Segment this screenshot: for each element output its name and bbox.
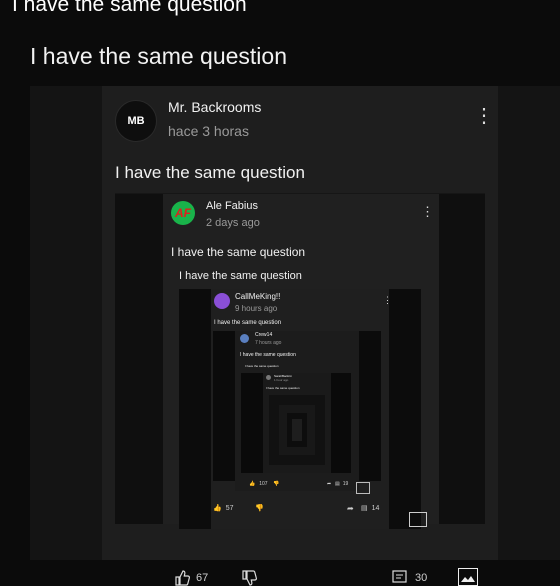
comment-text-level3: I have the same question [214, 320, 282, 326]
comment-card-level5: SarahBackrm 1 hour ago I have the same q… [263, 373, 331, 473]
recursive-tunnel [269, 395, 325, 465]
image-icon[interactable] [409, 512, 427, 527]
comment-text-level4: I have the same question [240, 352, 296, 358]
share-icon: ➦ [347, 504, 354, 513]
reply-icon: ▤ [335, 481, 340, 487]
side-band-l3-left [179, 289, 211, 529]
thumbs-up-icon [175, 570, 190, 586]
side-band-l3-right [389, 289, 421, 529]
avatar-af[interactable]: AF [171, 201, 195, 225]
meme-caption-level2: I have the same question [179, 270, 302, 282]
reply-button-level4[interactable]: ▤ 19 [335, 481, 348, 487]
side-band-l4-right [359, 331, 381, 481]
more-options-icon[interactable]: ⋮ [383, 296, 392, 305]
comment-author-level2[interactable]: Ale Fabius [206, 200, 258, 212]
like-count-level3: 57 [225, 504, 234, 512]
thumbs-up-icon: 👍 [213, 505, 222, 512]
dislike-button-level4[interactable]: 👎 [273, 481, 279, 487]
comment-time-level2: 2 days ago [206, 217, 260, 229]
more-options-icon[interactable]: ⋮ [421, 205, 434, 218]
thumbs-up-icon: 👍 [249, 481, 256, 487]
avatar-crew[interactable] [240, 334, 249, 343]
comment-time-level3: 9 hours ago [235, 304, 278, 313]
side-band-l4-left [213, 331, 235, 481]
dislike-button-level1[interactable] [241, 570, 257, 586]
like-button-level1[interactable]: 67 [174, 570, 208, 586]
image-icon[interactable] [356, 482, 370, 494]
dislike-button-level3[interactable]: 👎 [255, 504, 264, 512]
avatar-sarah[interactable] [266, 375, 271, 380]
like-button-level3[interactable]: 👍 57 [213, 504, 234, 513]
like-button-level4[interactable]: 👍 107 [249, 481, 268, 487]
comment-card-level1: MB Mr. Backrooms hace 3 horas ⋮ I have t… [102, 86, 498, 586]
like-count-level4: 107 [259, 481, 268, 487]
image-icon[interactable] [458, 568, 478, 586]
share-button-level3[interactable]: ➦ [347, 504, 354, 513]
reply-count-level4: 19 [342, 481, 349, 487]
comment-card-level4: Crew14 7 hours ago I have the same quest… [235, 331, 359, 491]
meme-caption: I have the same question [30, 43, 287, 69]
avatar-king[interactable] [214, 293, 230, 309]
reply-button-level3[interactable]: ▤ 14 [361, 504, 380, 513]
side-band-l5-left [241, 373, 263, 473]
share-button-level4[interactable]: ➦ [327, 481, 331, 487]
side-band-l2-left [115, 194, 163, 524]
comment-author-level3[interactable]: CallMeKing!! [235, 292, 280, 301]
avatar-mb-text: MB [127, 115, 145, 127]
comment-author-level4[interactable]: Crew14 [255, 332, 272, 338]
comment-card-level2: AF Ale Fabius 2 days ago ⋮ I have the sa… [163, 194, 439, 529]
thumbs-down-icon [242, 570, 257, 586]
thumbs-down-icon: 👎 [273, 481, 280, 487]
comment-text-level1: I have the same question [115, 163, 305, 182]
comment-time-level5: 1 hour ago [274, 378, 289, 382]
like-count-level1: 67 [196, 572, 209, 584]
meme-caption-level4: I have the same question [245, 364, 279, 368]
thumbs-down-icon: 👎 [255, 505, 264, 512]
side-band-l5-right [331, 373, 351, 473]
reply-button-level1[interactable]: 30 [392, 570, 427, 585]
comment-text-level2: I have the same question [171, 245, 306, 259]
side-band-right [498, 86, 560, 560]
avatar-af-text: AF [175, 206, 191, 220]
reply-count-level1: 30 [415, 571, 428, 584]
reply-icon [392, 570, 407, 583]
side-band-left [30, 86, 102, 560]
avatar-mb[interactable]: MB [115, 100, 157, 142]
comment-text-level5: I have the same question [266, 386, 300, 390]
comment-card-level3: CallMeKing!! 9 hours ago ⋮ I have the sa… [211, 289, 392, 529]
reply-count-level3: 14 [371, 504, 380, 512]
comment-time-level1: hace 3 horas [168, 123, 249, 139]
share-icon: ➦ [327, 481, 332, 487]
comment-time-level4: 7 hours ago [255, 340, 282, 346]
more-options-icon[interactable]: ⋮ [474, 106, 494, 126]
comment-author-level1[interactable]: Mr. Backrooms [168, 99, 261, 115]
meme-frame: I have the same question MB Mr. Backroom… [0, 30, 560, 586]
reply-icon: ▤ [361, 505, 368, 512]
meme-top-caption: I have the same question [12, 0, 247, 16]
side-band-l2-right [439, 194, 485, 524]
